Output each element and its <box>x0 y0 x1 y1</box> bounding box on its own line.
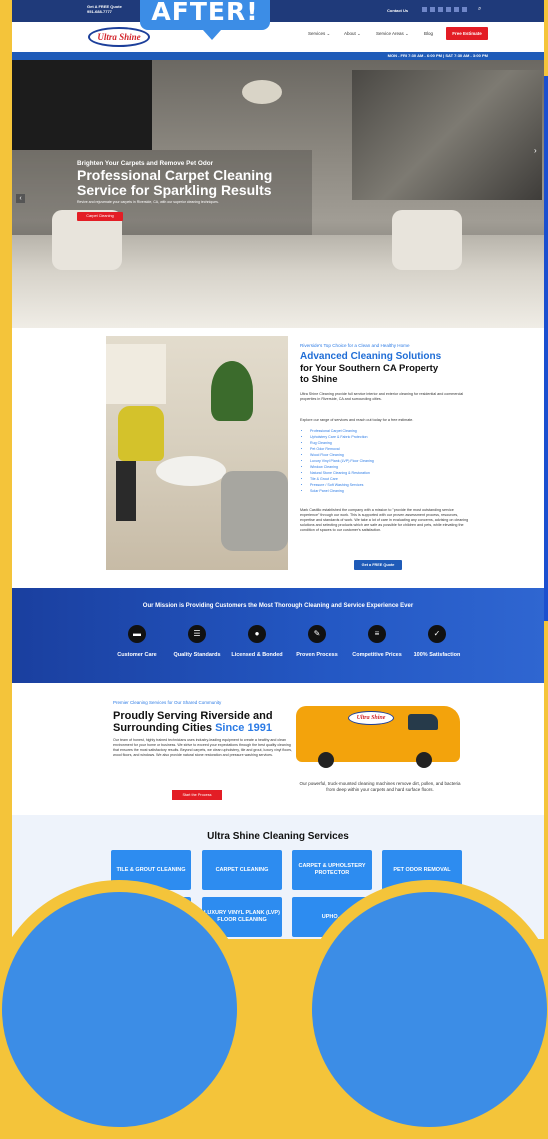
chevron-left-icon[interactable]: ‹ <box>16 194 25 203</box>
yellow-chair-shape <box>118 406 164 461</box>
van-window-shape <box>408 714 438 730</box>
living-room-photo <box>106 336 288 570</box>
nav-about[interactable]: About ⌄ <box>344 31 361 37</box>
about-story: Mark Castillo established the company wi… <box>300 508 469 532</box>
shelf-shape <box>106 344 166 404</box>
van-logo: Ultra Shine <box>348 711 394 725</box>
badge-pointer <box>203 30 221 40</box>
chevron-right-icon[interactable]: › <box>534 146 537 155</box>
since-year: Since 1991 <box>215 722 272 734</box>
get-free-quote-button[interactable]: Get a FREE Quote <box>354 560 402 570</box>
hero-subtitle: Revive and rejuvenate your carpets in Ri… <box>77 200 219 204</box>
after-badge: AFTER! <box>140 0 270 30</box>
start-process-button[interactable]: Start the Process <box>172 790 222 800</box>
site-logo[interactable]: Ultra Shine <box>88 27 150 47</box>
wheel-shape <box>318 752 334 768</box>
hero-title: Professional Carpet Cleaning Service for… <box>77 167 273 198</box>
hours-text: MON - FRI 7:30 AM - 6:00 PM | SAT 7:30 A… <box>387 53 488 58</box>
wall-art-shape <box>352 70 542 200</box>
about-title: Advanced Cleaning Solutions <box>300 351 442 362</box>
about-subtitle: for Your Southern CA Property to Shine <box>300 363 439 385</box>
wheel-shape <box>416 752 432 768</box>
youtube-icon[interactable] <box>446 7 451 12</box>
service-van-image: Ultra Shine <box>296 706 460 768</box>
serving-title: Proudly Serving Riverside and Surroundin… <box>113 710 313 734</box>
website-page: Get A FREE Quote 951-688-7777 Contact Us… <box>12 0 544 939</box>
about-eyebrow: Riverside's Top Choice for a Clean and H… <box>300 343 410 348</box>
contact-link[interactable]: Contact Us <box>387 8 408 13</box>
van-caption: Our powerful, truck-mounted cleaning mac… <box>299 781 461 792</box>
chair-leg-shape <box>116 461 136 521</box>
lamp-shape <box>242 80 282 104</box>
nav-blog[interactable]: Blog <box>424 31 433 36</box>
list-item[interactable]: Solar Panel Cleaning <box>310 488 374 494</box>
list-icon: ☰ <box>188 625 206 643</box>
service-tile-carpet[interactable]: CARPET CLEANING <box>202 850 282 890</box>
free-estimate-button[interactable]: Free Estimate <box>446 27 488 40</box>
edit-icon: ✎ <box>308 625 326 643</box>
social-icons <box>422 7 467 12</box>
armchair-shape <box>221 471 288 551</box>
mission-title: Our Mission is Providing Customers the M… <box>142 603 414 609</box>
business-hours-bar: MON - FRI 7:30 AM - 6:00 PM | SAT 7:30 A… <box>12 52 544 60</box>
services-title: Ultra Shine Cleaning Services <box>207 831 349 842</box>
carpet-cleaning-button[interactable]: Carpet Cleaning <box>77 212 123 221</box>
plant-shape <box>211 361 253 421</box>
quote-phone[interactable]: Get A FREE Quote 951-688-7777 <box>87 4 122 14</box>
service-list: Professional Carpet Cleaning Upholstery … <box>304 428 374 494</box>
nav-service-areas[interactable]: Service Areas ⌄ <box>376 31 409 37</box>
serving-paragraph: Our team of honest, highly trained techn… <box>113 738 293 757</box>
decorative-circle <box>300 880 548 1139</box>
pillow-shape <box>392 210 462 270</box>
person-icon: ● <box>248 625 266 643</box>
check-icon: ✓ <box>428 625 446 643</box>
decorative-circle <box>0 880 249 1139</box>
service-tile-protector[interactable]: CARPET & UPHOLSTERY PROTECTOR <box>292 850 372 890</box>
top-bar: Get A FREE Quote 951-688-7777 Contact Us… <box>12 0 544 22</box>
search-icon[interactable]: ⌕ <box>478 6 481 13</box>
hero-eyebrow: Brighten Your Carpets and Remove Pet Odo… <box>77 160 214 167</box>
facebook-icon[interactable] <box>422 7 427 12</box>
serving-eyebrow: Premier Cleaning Services for Our Shared… <box>113 700 222 705</box>
linkedin-icon[interactable] <box>454 7 459 12</box>
chat-icon: ▬ <box>128 625 146 643</box>
instagram-icon[interactable] <box>438 7 443 12</box>
mission-label: 100% Satisfaction <box>413 652 461 658</box>
twitter-icon[interactable] <box>430 7 435 12</box>
phone-number: 951-688-7777 <box>87 9 112 14</box>
about-intro: Ultra Shine Cleaning provide full servic… <box>300 392 464 401</box>
coffee-table-shape <box>156 456 226 486</box>
yelp-icon[interactable] <box>462 7 467 12</box>
menu-icon: ≡ <box>368 625 386 643</box>
tv-shape <box>12 60 152 150</box>
nav-services[interactable]: Services ⌄ <box>308 31 330 37</box>
about-cta-text: Explore our range of services and reach … <box>300 418 414 422</box>
